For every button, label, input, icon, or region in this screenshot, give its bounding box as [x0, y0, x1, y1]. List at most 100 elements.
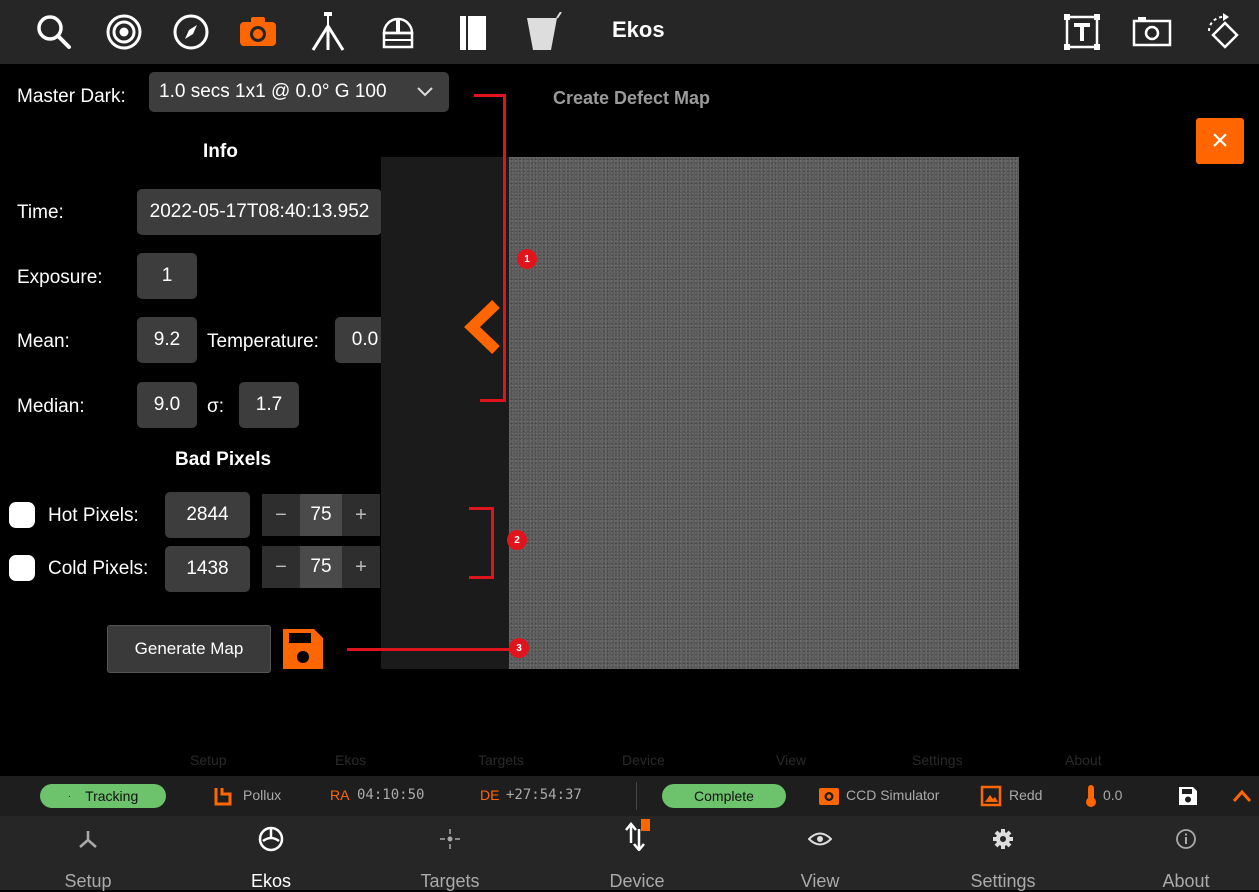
dome-icon[interactable] [376, 10, 420, 54]
flat-panel-icon[interactable] [520, 10, 564, 54]
ghost-label: Targets [478, 752, 524, 768]
bottom-nav: Setup Ekos Targets Device View Settings [0, 816, 1259, 891]
close-button[interactable]: × [1196, 118, 1244, 164]
mean-label: Mean: [17, 331, 70, 352]
ghost-label: Ekos [335, 752, 367, 768]
exposure-value: 1 [137, 253, 197, 299]
text-frame-icon[interactable] [1060, 10, 1104, 54]
temperature-label: Temperature: [207, 331, 319, 352]
hot-pixels-label: Hot Pixels: [48, 505, 139, 526]
cold-plus-button[interactable]: + [342, 546, 380, 588]
annotation-bracket [491, 507, 494, 579]
cold-threshold-stepper: − 75 + [262, 546, 380, 588]
exposure-label: Exposure: [17, 267, 103, 288]
cold-threshold-value[interactable]: 75 [300, 546, 342, 588]
nav-label: View [800, 871, 840, 891]
chevron-down-icon [415, 81, 435, 107]
thermometer-icon [1084, 784, 1098, 813]
annotation-bracket [474, 94, 505, 97]
chevron-up-icon[interactable] [1232, 787, 1252, 810]
compass-icon[interactable] [169, 10, 213, 54]
collapse-panel-icon[interactable] [462, 300, 504, 359]
nav-settings[interactable]: Settings [943, 816, 1063, 891]
ghost-label: Device [622, 752, 665, 768]
camera-name: CCD Simulator [846, 787, 940, 803]
status-divider [636, 782, 637, 810]
ghost-label: View [776, 752, 807, 768]
tracking-badge: · Tracking [40, 784, 166, 808]
nav-setup[interactable]: Setup [28, 816, 148, 891]
hot-threshold-stepper: − 75 + [262, 494, 380, 536]
dust-cap-icon[interactable] [450, 10, 494, 54]
median-label: Median: [17, 396, 85, 417]
nav-targets[interactable]: Targets [390, 816, 510, 891]
bad-pixels-header: Bad Pixels [175, 449, 272, 470]
close-icon: × [1211, 124, 1229, 157]
de-value: +27:54:37 [506, 787, 582, 803]
de-label: DE [480, 787, 500, 803]
nav-label: Settings [970, 871, 1036, 891]
tracking-label: Tracking [85, 788, 139, 804]
view-icon [760, 826, 880, 852]
cold-minus-button[interactable]: − [262, 546, 300, 588]
status-bar: · Tracking Pollux RA 04:10:50 DE +27:54:3… [0, 776, 1259, 816]
annotation-marker: 3 [509, 638, 529, 658]
camera-icon[interactable] [236, 10, 280, 54]
image-frame-icon[interactable] [1130, 10, 1174, 54]
nav-about[interactable]: About [1126, 816, 1246, 891]
save-status-icon[interactable] [1178, 786, 1198, 811]
hot-minus-button[interactable]: − [262, 494, 300, 536]
cold-pixels-checkbox[interactable] [9, 555, 35, 581]
time-label: Time: [17, 202, 64, 223]
sigma-value: 1.7 [239, 382, 299, 428]
cold-pixels-label: Cold Pixels: [48, 558, 149, 579]
ra-value: 04:10:50 [357, 787, 425, 803]
about-icon [1126, 826, 1246, 852]
mount-icon [213, 786, 233, 811]
top-toolbar: Ekos [0, 0, 1259, 64]
median-value: 9.0 [137, 382, 197, 428]
viewer-title: Create Defect Map [553, 88, 711, 108]
targets-icon [390, 826, 510, 852]
ghost-label: Setup [190, 752, 227, 768]
target-icon[interactable] [102, 10, 146, 54]
device-icon [577, 818, 697, 852]
complete-badge: Complete [662, 784, 786, 808]
hot-pixels-checkbox[interactable] [9, 502, 35, 528]
annotation-bracket [480, 399, 506, 402]
filter-icon [980, 785, 1002, 812]
filter-name: Redd [1009, 787, 1043, 803]
nav-view[interactable]: View [760, 816, 880, 891]
target-name: Pollux [243, 787, 282, 803]
master-dark-value: 1.0 secs 1x1 @ 0.0° G 100 [159, 81, 387, 102]
nav-ekos[interactable]: Ekos [211, 816, 331, 891]
app-title: Ekos [612, 17, 665, 42]
camera-status-icon [818, 786, 840, 811]
hot-threshold-value[interactable]: 75 [300, 494, 342, 536]
sigma-label: σ: [207, 396, 225, 417]
ra-label: RA [330, 787, 350, 803]
ekos-icon [211, 826, 331, 852]
setup-icon [28, 826, 148, 852]
annotation-line [347, 648, 509, 651]
image-side-strip [381, 157, 509, 669]
search-icon[interactable] [32, 10, 76, 54]
save-icon[interactable] [280, 626, 326, 677]
cold-pixels-count: 1438 [165, 546, 250, 592]
hot-plus-button[interactable]: + [342, 494, 380, 536]
nav-label: Ekos [250, 871, 292, 891]
nav-label: About [1162, 871, 1210, 891]
settings-icon [943, 826, 1063, 852]
dark-frame-image[interactable] [509, 157, 1019, 669]
nav-device[interactable]: Device [577, 816, 697, 891]
nav-label: Setup [64, 871, 112, 891]
telescope-icon[interactable] [306, 10, 350, 54]
rotate-icon[interactable] [1200, 10, 1244, 54]
annotation-marker: 1 [517, 249, 537, 269]
annotation-bracket [503, 94, 506, 402]
ghost-label: Settings [912, 752, 963, 768]
generate-map-button[interactable]: Generate Map [107, 625, 271, 673]
master-dark-dropdown[interactable]: 1.0 secs 1x1 @ 0.0° G 100 [149, 72, 449, 112]
nav-label: Device [609, 871, 665, 891]
annotation-marker: 2 [507, 530, 527, 550]
